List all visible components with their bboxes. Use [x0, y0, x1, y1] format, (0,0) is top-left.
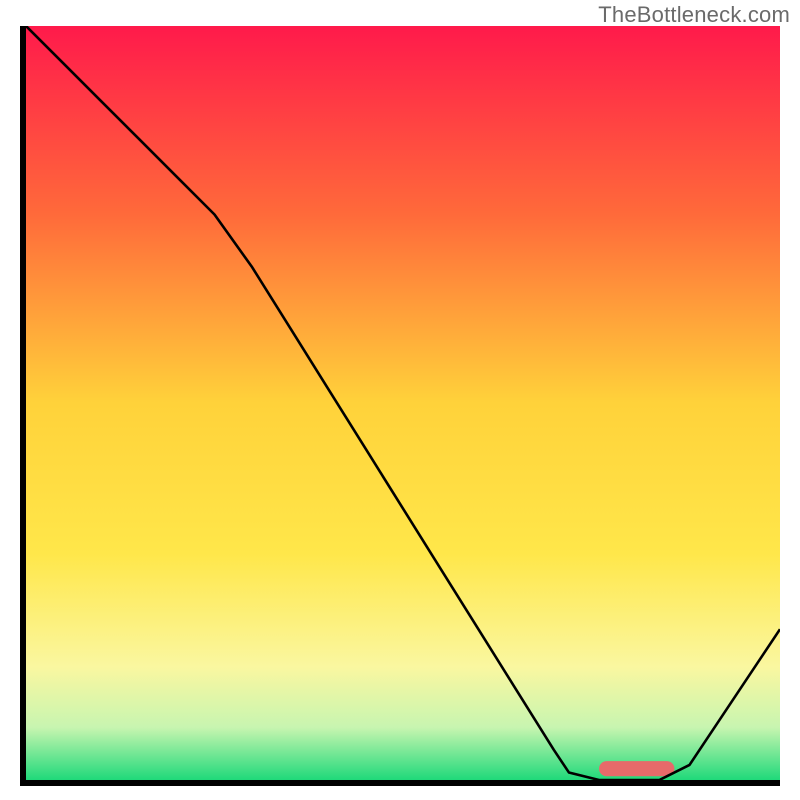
watermark-text: TheBottleneck.com: [598, 2, 790, 28]
chart-svg: [26, 26, 780, 780]
highlight-marker: [599, 761, 674, 776]
chart-plot-area: [20, 26, 780, 786]
